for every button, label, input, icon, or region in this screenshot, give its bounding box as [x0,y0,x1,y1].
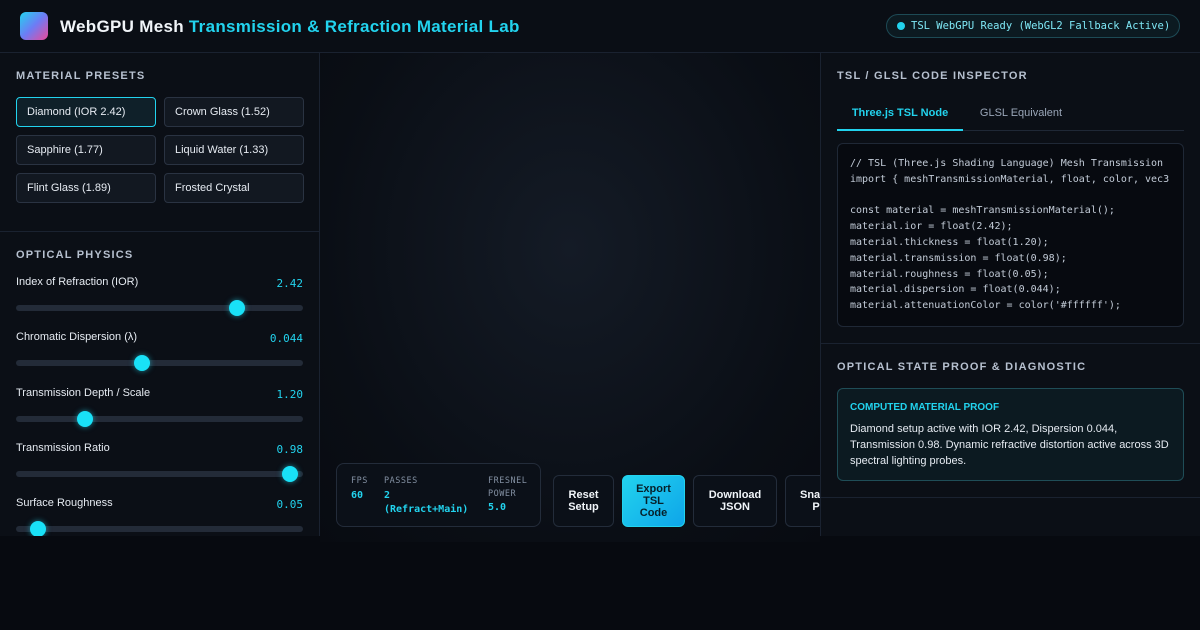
slider-surface-roughness: Surface Roughness 0.05 [16,497,303,536]
snapshot-button[interactable]: Sna P [785,475,820,527]
slider-transmission-ratio: Transmission Ratio 0.98 [16,442,303,486]
slider-label: Surface Roughness [16,497,113,509]
material-presets-title: MATERIAL PRESETS [16,70,146,82]
app-title-part1: WebGPU Mesh [60,17,189,36]
slider-value: 2.42 [276,277,304,290]
fps-label: FPS [351,476,368,486]
preset-liquid-water-button[interactable]: Liquid Water (1.33) [164,135,304,165]
render-viewport[interactable]: FPS 60 PASSES 2 (Refract+Main) FRESNEL P… [320,53,820,542]
download-label-1: Download [708,489,762,501]
snapshot-label-1: Sna [800,489,820,501]
code-tabs: Three.js TSL Node GLSL Equivalent [837,97,1184,131]
app-title-part2: Transmission & Refraction Material Lab [188,17,520,36]
passes-detail: (Refract+Main) [384,504,469,515]
preset-sapphire-button[interactable]: Sapphire (1.77) [16,135,156,165]
fresnel-label: FRESNEL [488,476,528,486]
fresnel-label-2: POWER [488,489,517,499]
slider-thumb[interactable] [134,355,151,371]
optical-proof-title: OPTICAL STATE PROOF & DIAGNOSTIC [837,361,1087,373]
material-presets-section: MATERIAL PRESETS Diamond (IOR 2.42) Crow… [0,53,319,232]
slider-track[interactable] [16,300,303,316]
code-text: // TSL (Three.js Shading Language) Mesh … [850,158,1170,312]
status-dot-icon [897,22,905,30]
slider-track[interactable] [16,411,303,427]
tab-glsl-equivalent[interactable]: GLSL Equivalent [963,97,1079,131]
slider-value: 0.05 [276,498,304,511]
slider-label: Index of Refraction (IOR) [16,276,139,288]
slider-track[interactable] [16,355,303,371]
optical-physics-title: OPTICAL PHYSICS [16,249,134,261]
reset-setup-button[interactable]: Reset Setup [553,475,614,527]
proof-text: Diamond setup active with IOR 2.42, Disp… [850,423,1169,467]
reset-label-2: Setup [568,501,599,513]
passes-value: 2 [384,490,391,501]
slider-transmission-depth: Transmission Depth / Scale 1.20 [16,387,303,431]
slider-dispersion: Chromatic Dispersion (λ) 0.044 [16,331,303,375]
slider-track[interactable] [16,466,303,482]
slider-thumb[interactable] [282,466,299,482]
preset-diamond-button[interactable]: Diamond (IOR 2.42) [16,97,156,127]
export-label-1: Export [636,483,671,495]
stats-panel: FPS 60 PASSES 2 (Refract+Main) FRESNEL P… [336,463,541,527]
status-text: TSL WebGPU Ready (WebGL2 Fallback Active… [911,20,1171,32]
app-logo [20,12,48,40]
preset-flint-glass-button[interactable]: Flint Glass (1.89) [16,173,156,203]
slider-value: 1.20 [276,388,304,401]
passes-label: PASSES [384,476,418,486]
preset-frosted-crystal-button[interactable]: Frosted Crystal [164,173,304,203]
proof-card: COMPUTED MATERIAL PROOF Diamond setup ac… [837,388,1184,481]
slider-ior: Index of Refraction (IOR) 2.42 [16,276,303,320]
download-json-button[interactable]: Download JSON [693,475,777,527]
export-tsl-code-button[interactable]: Export TSL Code [622,475,685,527]
left-panel: MATERIAL PRESETS Diamond (IOR 2.42) Crow… [0,53,320,536]
app-header: WebGPU Mesh Transmission & Refraction Ma… [0,0,1200,53]
proof-heading: COMPUTED MATERIAL PROOF [850,402,1000,413]
fps-value: 60 [351,490,364,501]
snapshot-label-2: P [812,501,820,513]
code-viewer[interactable]: // TSL (Three.js Shading Language) Mesh … [837,143,1184,327]
slider-thumb[interactable] [228,300,245,316]
slider-thumb[interactable] [76,411,93,427]
slider-label: Transmission Depth / Scale [16,387,151,399]
status-badge: TSL WebGPU Ready (WebGL2 Fallback Active… [886,14,1180,38]
reset-label-1: Reset [568,489,599,501]
slider-label: Transmission Ratio [16,442,110,454]
code-inspector-title: TSL / GLSL CODE INSPECTOR [837,70,1028,82]
app-title: WebGPU Mesh Transmission & Refraction Ma… [60,17,520,37]
slider-track[interactable] [16,521,303,536]
optical-physics-section: OPTICAL PHYSICS Index of Refraction (IOR… [0,232,319,536]
slider-label: Chromatic Dispersion (λ) [16,331,138,343]
preset-crown-glass-button[interactable]: Crown Glass (1.52) [164,97,304,127]
export-label-3: Code [639,507,668,519]
code-inspector-section: TSL / GLSL CODE INSPECTOR Three.js TSL N… [821,53,1200,344]
fresnel-value: 5.0 [488,502,507,513]
export-label-2: TSL [643,495,664,507]
slider-thumb[interactable] [29,521,46,536]
tab-tsl-node[interactable]: Three.js TSL Node [837,97,963,131]
slider-value: 0.98 [276,443,304,456]
slider-value: 0.044 [269,332,303,345]
right-panel: TSL / GLSL CODE INSPECTOR Three.js TSL N… [820,53,1200,536]
optical-proof-section: OPTICAL STATE PROOF & DIAGNOSTIC COMPUTE… [821,344,1200,498]
download-label-2: JSON [720,501,750,513]
